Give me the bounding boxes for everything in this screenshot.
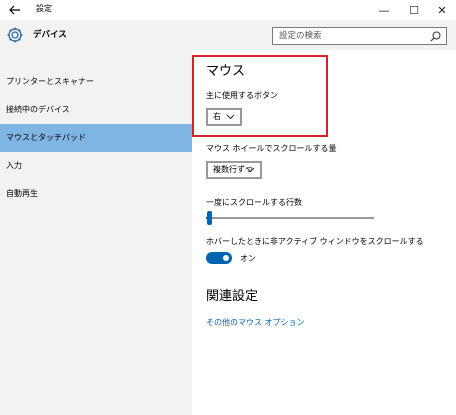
sidebar: デバイス 設定の検索 プリンターとスキャナー 接続中のデバイス マウスとタッチパ… [0, 20, 456, 415]
section-heading-related: 関連設定 [206, 289, 259, 304]
app-title: 設定 [36, 4, 52, 13]
other-mouse-options-link[interactable]: その他のマウス オプション [206, 317, 305, 329]
sidebar-item-printers-scanners[interactable]: プリンターとスキャナー [0, 68, 192, 96]
inactive-scroll-label: ホバーしたときに非アクティブ ウィンドウをスクロールする [206, 237, 424, 246]
scroll-wheel-label: マウス ホイールでスクロールする量 [206, 144, 337, 153]
search-placeholder: 設定の検索 [279, 31, 322, 41]
minimize-button[interactable]: — [370, 0, 398, 20]
scroll-lines-label: 一度にスクロールする行数 [206, 198, 302, 207]
back-arrow-icon [9, 5, 20, 15]
sidebar-item-autoplay[interactable]: 自動再生 [0, 180, 192, 208]
sidebar-item-mouse-touchpad[interactable]: マウスとタッチパッド [0, 124, 192, 152]
page-header: デバイス 設定の検索 [0, 20, 456, 50]
main-content: マウス 主に使用するボタン 右 マウス ホイールでスクロールする量 複数行ずつ … [192, 50, 456, 415]
chevron-down-icon [226, 114, 235, 120]
slider-thumb[interactable] [207, 211, 212, 225]
close-button[interactable]: ✕ [428, 0, 456, 20]
sidebar-item-typing[interactable]: 入力 [0, 152, 192, 180]
page-title: デバイス [33, 30, 67, 40]
sidebar-item-connected-devices[interactable]: 接続中のデバイス [0, 96, 192, 124]
title-bar: 設定 — ☐ ✕ [0, 0, 456, 20]
scroll-lines-slider[interactable] [206, 217, 374, 219]
chevron-down-icon [246, 167, 255, 173]
inactive-scroll-toggle[interactable] [206, 252, 232, 264]
scroll-amount-dropdown[interactable]: 複数行ずつ [206, 161, 262, 179]
search-icon[interactable] [430, 31, 441, 42]
primary-button-dropdown[interactable]: 右 [206, 108, 242, 126]
primary-button-label: 主に使用するボタン [206, 91, 278, 100]
primary-button-value: 右 [213, 112, 221, 121]
section-heading-mouse: マウス [206, 64, 246, 79]
toggle-knob [223, 255, 229, 261]
sidebar-nav: プリンターとスキャナー 接続中のデバイス マウスとタッチパッド 入力 自動再生 [0, 68, 192, 208]
toggle-state-label: オン [240, 254, 256, 263]
gear-icon [7, 27, 23, 43]
search-input[interactable]: 設定の検索 [272, 27, 447, 45]
maximize-button[interactable]: ☐ [400, 0, 428, 20]
back-button[interactable] [3, 0, 27, 20]
